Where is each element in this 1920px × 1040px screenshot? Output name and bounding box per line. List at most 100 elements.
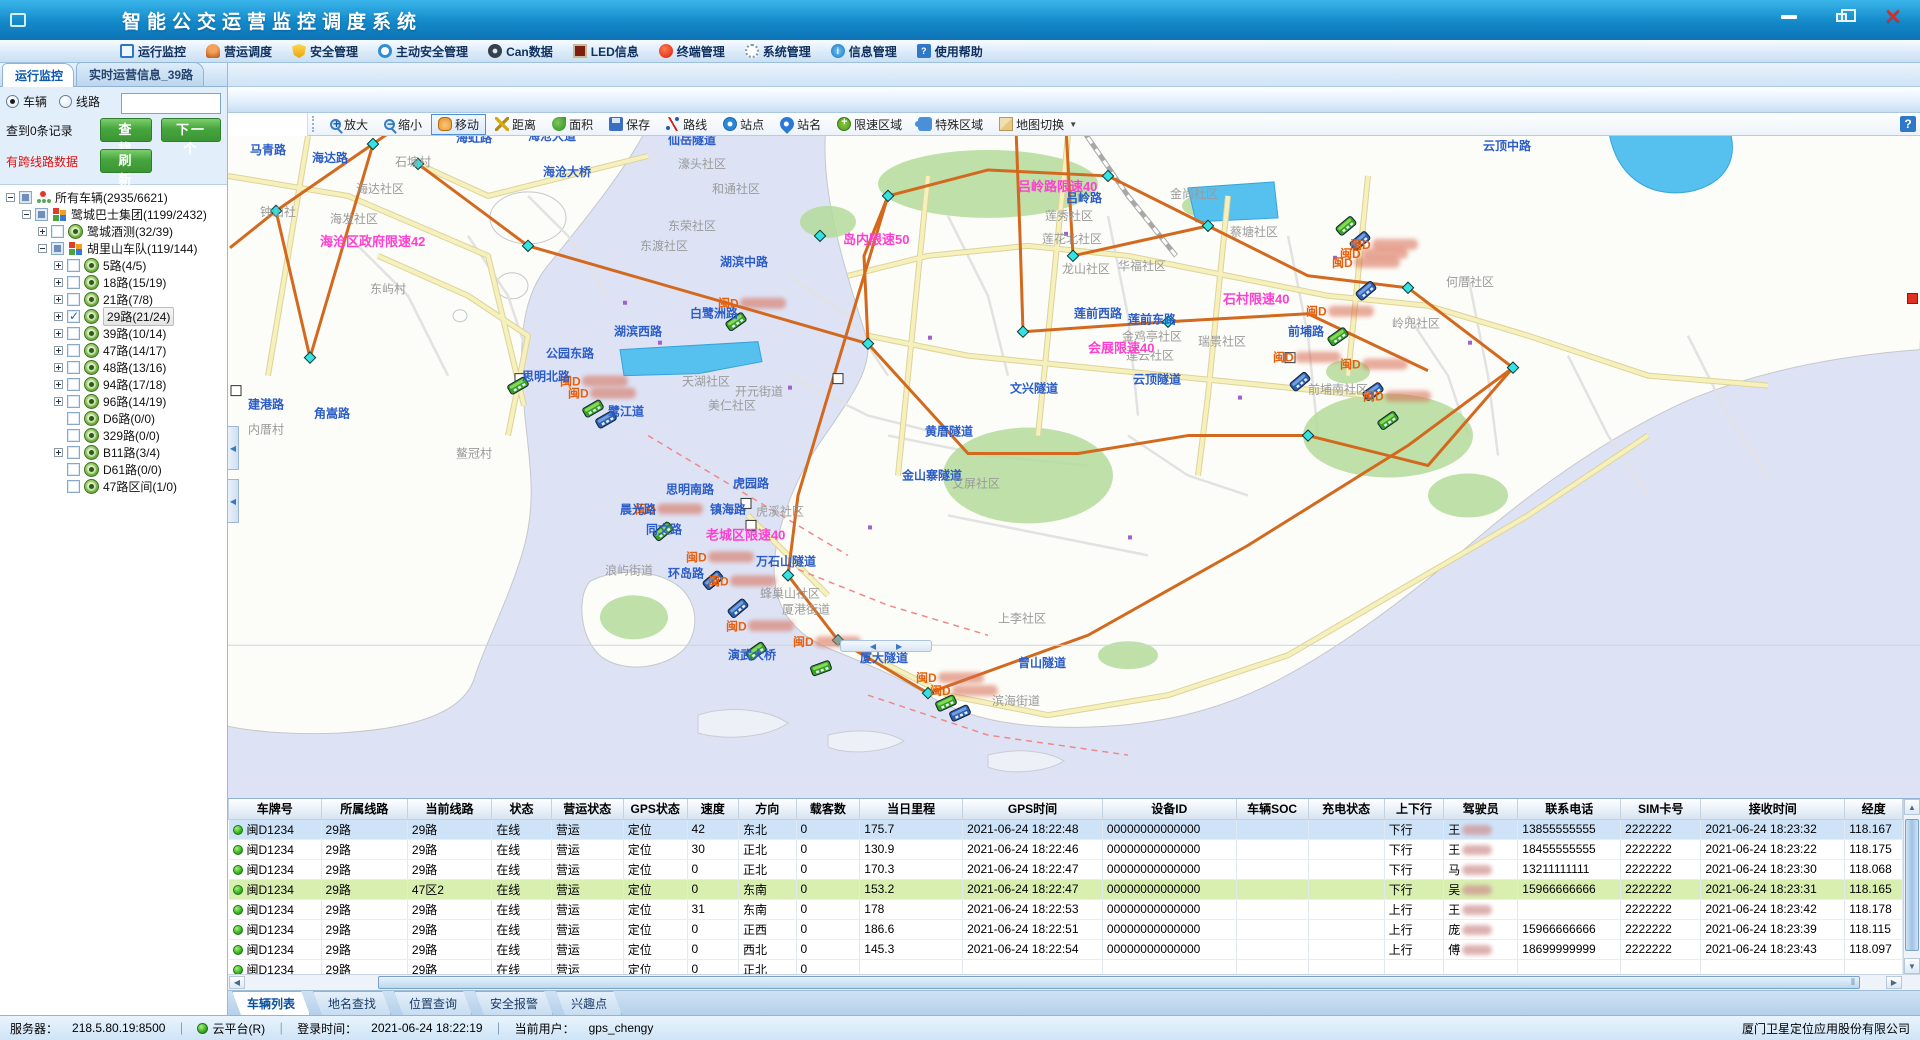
- expand-icon[interactable]: [54, 295, 63, 304]
- column-header[interactable]: GPS状态: [623, 799, 687, 819]
- column-header[interactable]: 所属线路: [321, 799, 407, 819]
- vehicle-plate-label[interactable]: 闽D: [1306, 304, 1374, 319]
- find-button[interactable]: 查 找: [100, 118, 152, 142]
- tree-checkbox[interactable]: [67, 412, 80, 425]
- column-header[interactable]: 设备ID: [1102, 799, 1236, 819]
- tree-checkbox[interactable]: [67, 395, 80, 408]
- tree-checkbox[interactable]: [35, 208, 48, 221]
- menu-item-monitor[interactable]: 运行监控: [110, 40, 196, 62]
- bottom-tab-4[interactable]: 兴趣点: [556, 991, 622, 1015]
- scroll-left-icon[interactable]: ◀: [229, 976, 245, 989]
- tree-checkbox[interactable]: [67, 310, 80, 323]
- vehicle-radio[interactable]: [6, 95, 19, 108]
- tree-item[interactable]: 21路(7/8): [4, 291, 227, 308]
- table-row[interactable]: 闽D123429路29路在线营运定位30正北0130.92021-06-24 1…: [229, 839, 1903, 859]
- map-canvas[interactable]: 闽D闽D闽D闽D闽D闽D闽D闽D闽D闽D闽D闽D闽D闽D闽D闽D闽D马青路海达路…: [228, 136, 1920, 798]
- column-header[interactable]: 状态: [492, 799, 552, 819]
- vehicle-table[interactable]: 车牌号所属线路当前线路状态营运状态GPS状态速度方向载客数当日里程GPS时间设备…: [228, 799, 1903, 974]
- expand-icon[interactable]: [54, 261, 63, 270]
- hscroll-thumb[interactable]: [378, 976, 1860, 989]
- tree-item[interactable]: 鹭城巴士集团(1199/2432): [4, 206, 227, 223]
- menu-item-info[interactable]: i信息管理: [821, 40, 907, 62]
- column-header[interactable]: 当日里程: [860, 799, 963, 819]
- tool-save[interactable]: 保存: [602, 114, 657, 135]
- vehicle-plate-label[interactable]: 闽D: [568, 386, 636, 401]
- tree-checkbox[interactable]: [67, 344, 80, 357]
- table-row[interactable]: 闽D123429路29路在线营运定位31东南01782021-06-24 18:…: [229, 899, 1903, 919]
- menu-item-ring[interactable]: 主动安全管理: [368, 40, 478, 62]
- vehicle-plate-label[interactable]: 闽D: [1273, 350, 1341, 365]
- tree-checkbox[interactable]: [67, 463, 80, 476]
- bottom-tab-3[interactable]: 安全报警: [475, 991, 553, 1015]
- tree-item[interactable]: 29路(21/24): [4, 308, 227, 325]
- tool-area[interactable]: 面积: [545, 114, 600, 135]
- expand-icon[interactable]: [54, 346, 63, 355]
- expand-icon[interactable]: [54, 363, 63, 372]
- column-header[interactable]: 上下行: [1384, 799, 1444, 819]
- column-header[interactable]: SIM卡号: [1621, 799, 1701, 819]
- expand-icon[interactable]: [54, 397, 63, 406]
- column-header[interactable]: 驾驶员: [1444, 799, 1518, 819]
- collapse-icon[interactable]: [6, 193, 15, 202]
- tree-checkbox[interactable]: [67, 276, 80, 289]
- tree-checkbox[interactable]: [67, 446, 80, 459]
- next-button[interactable]: 下一个: [161, 118, 221, 142]
- scroll-down-icon[interactable]: ▼: [1904, 958, 1920, 974]
- expand-icon[interactable]: [54, 329, 63, 338]
- tree-checkbox[interactable]: [67, 259, 80, 272]
- line-radio[interactable]: [59, 95, 72, 108]
- expand-icon[interactable]: [54, 448, 63, 457]
- table-vertical-scrollbar[interactable]: ▲ ▼: [1903, 799, 1920, 974]
- bottom-tab-0[interactable]: 车辆列表: [232, 991, 310, 1015]
- tree-item[interactable]: 胡里山车队(119/144): [4, 240, 227, 257]
- tree-checkbox[interactable]: [67, 480, 80, 493]
- tree-item[interactable]: D6路(0/0): [4, 410, 227, 427]
- vscroll-thumb[interactable]: [1905, 819, 1919, 951]
- expand-icon[interactable]: [38, 227, 47, 236]
- column-header[interactable]: 经度: [1845, 799, 1903, 819]
- column-header[interactable]: 载客数: [796, 799, 860, 819]
- vehicle-plate-label[interactable]: 闽D: [686, 549, 754, 564]
- tree-checkbox[interactable]: [67, 429, 80, 442]
- tool-puzzle[interactable]: 特殊区域: [911, 114, 990, 135]
- expand-icon[interactable]: [54, 312, 63, 321]
- menu-item-term[interactable]: 终端管理: [649, 40, 735, 62]
- sidebar-collapse-button-2[interactable]: ◀: [228, 479, 239, 523]
- vehicle-plate-label[interactable]: 闽D: [930, 683, 998, 698]
- search-input[interactable]: [121, 93, 221, 114]
- tree-item[interactable]: 47路区间(1/0): [4, 478, 227, 495]
- menu-item-help[interactable]: ?使用帮助: [907, 40, 993, 62]
- sidebar-tab-0[interactable]: 运行监控: [2, 63, 74, 87]
- column-header[interactable]: 当前线路: [407, 799, 491, 819]
- scroll-up-icon[interactable]: ▲: [1904, 799, 1920, 815]
- column-header[interactable]: 充电状态: [1308, 799, 1384, 819]
- tree-checkbox[interactable]: [67, 378, 80, 391]
- menu-item-shield[interactable]: 安全管理: [282, 40, 368, 62]
- sidebar-collapse-button[interactable]: ◀: [228, 426, 239, 470]
- collapse-icon[interactable]: [38, 244, 47, 253]
- help-icon[interactable]: ?: [1900, 116, 1916, 132]
- map-side-red-button[interactable]: [1907, 293, 1918, 304]
- station-marker-icon[interactable]: [231, 386, 241, 396]
- tree-item[interactable]: 39路(10/14): [4, 325, 227, 342]
- tree-checkbox[interactable]: [51, 225, 64, 238]
- refresh-button[interactable]: 刷 新: [100, 149, 152, 173]
- tree-item[interactable]: 5路(4/5): [4, 257, 227, 274]
- tree-checkbox[interactable]: [67, 361, 80, 374]
- tool-mapsw[interactable]: 地图切换▼: [992, 114, 1084, 135]
- vehicle-plate-label[interactable]: 闽D: [1363, 389, 1431, 404]
- table-row[interactable]: 闽D123429路29路在线营运定位0正北0: [229, 959, 1903, 974]
- tool-pin[interactable]: 站名: [773, 114, 828, 135]
- toolbar-grip[interactable]: [312, 116, 319, 132]
- tool-route[interactable]: 路线: [659, 114, 714, 135]
- tree-checkbox[interactable]: [67, 327, 80, 340]
- tree-item[interactable]: 47路(14/17): [4, 342, 227, 359]
- tool-stop[interactable]: 站点: [716, 114, 771, 135]
- tree-checkbox[interactable]: [67, 293, 80, 306]
- tree-item[interactable]: 所有车辆(2935/6621): [4, 189, 227, 206]
- tool-zout[interactable]: 缩小: [377, 114, 429, 135]
- menu-item-gear[interactable]: 系统管理: [735, 40, 821, 62]
- column-header[interactable]: 接收时间: [1701, 799, 1845, 819]
- column-header[interactable]: 车辆SOC: [1236, 799, 1308, 819]
- vehicle-plate-label[interactable]: 闽D: [1332, 255, 1400, 270]
